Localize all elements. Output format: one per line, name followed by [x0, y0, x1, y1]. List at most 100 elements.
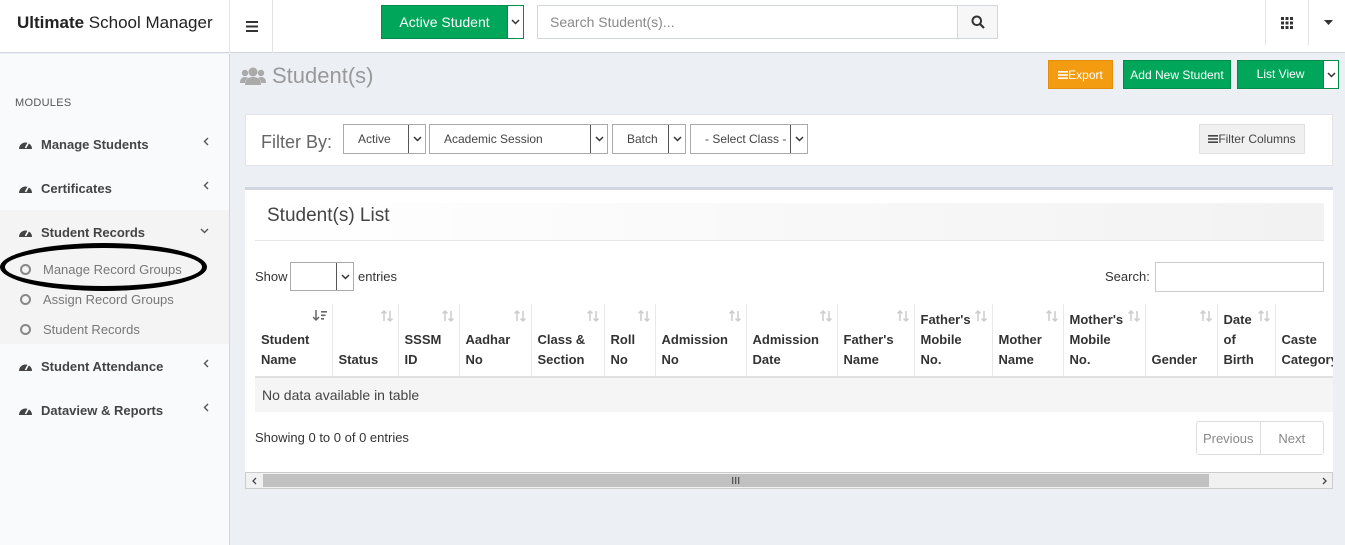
column-header-label: Roll No	[610, 332, 636, 367]
sub-item-label: Manage Record Groups	[43, 261, 182, 277]
sort-icon	[1045, 310, 1058, 322]
search-icon	[971, 15, 985, 29]
sidebar-item-label: Dataview & Reports	[41, 402, 164, 418]
chevron-left-icon	[203, 359, 209, 368]
sub-item-label: Student Records	[43, 321, 140, 337]
class-select[interactable]: - Select Class -	[690, 124, 808, 154]
scroll-right-arrow-icon[interactable]	[1316, 473, 1332, 488]
column-header-label: Mother Name	[998, 332, 1042, 367]
column-header[interactable]: Status	[332, 304, 399, 378]
hamburger-icon	[245, 21, 258, 32]
filter-label: Filter By:	[261, 132, 333, 152]
chevron-left-icon	[203, 181, 209, 190]
empty-message: No data available in table	[255, 377, 1333, 412]
user-menu-toggle[interactable]	[1312, 0, 1345, 45]
column-header-label: Status	[338, 352, 379, 367]
scrollbar-thumb[interactable]	[263, 474, 1209, 487]
academic-session-select[interactable]: Academic Session	[429, 124, 608, 154]
sub-item-assign-record-groups[interactable]: Assign Record Groups	[0, 284, 229, 314]
chevron-down-icon	[668, 125, 685, 153]
column-header[interactable]: Student Name	[255, 304, 333, 378]
column-header[interactable]: Father's Name	[837, 304, 915, 378]
column-header[interactable]: Father's Mobile No.	[914, 304, 993, 378]
column-header-label: Admission Date	[752, 332, 819, 367]
dashboard-icon	[18, 182, 41, 194]
column-header[interactable]: Aadhar No	[459, 304, 532, 378]
top-navbar: Ultimate School Manager Active Student	[0, 0, 1345, 53]
table-header-row: Student Name Status SSSM ID Aadhar No Class & Se…	[255, 304, 1333, 378]
sidebar-item-student-attendance[interactable]: Student Attendance	[0, 344, 229, 388]
page-length-select[interactable]	[290, 262, 354, 291]
sidebar-item-student-records[interactable]: Student Records	[0, 210, 229, 254]
export-button[interactable]: Export	[1048, 60, 1113, 89]
filter-columns-button[interactable]: Filter Columns	[1199, 124, 1305, 154]
sidebar-item-label: Student Attendance	[41, 358, 164, 374]
circle-icon	[20, 293, 31, 305]
sort-icon	[586, 310, 599, 322]
column-header[interactable]: Admission No	[655, 304, 747, 378]
active-student-dropdown[interactable]: Active Student	[381, 5, 524, 39]
sidebar-toggle-button[interactable]	[231, 0, 273, 53]
table-search-input[interactable]	[1155, 262, 1324, 292]
sidebar-item-label: Manage Students	[41, 136, 149, 152]
column-header[interactable]: Roll No	[604, 304, 656, 378]
student-search-input[interactable]	[538, 6, 958, 38]
column-header[interactable]: Mother Name	[992, 304, 1064, 378]
chevron-down-icon	[408, 125, 425, 153]
sort-icon	[1199, 310, 1212, 322]
sort-icon	[896, 310, 909, 322]
list-header: Student(s) List	[255, 203, 1324, 241]
student-table: Student Name Status SSSM ID Aadhar No Class & Se…	[255, 304, 1333, 412]
column-header-label: Father's Name	[843, 332, 894, 367]
scroll-left-arrow-icon[interactable]	[246, 473, 262, 488]
chevron-down-icon	[790, 125, 807, 153]
sort-icon	[728, 310, 741, 322]
column-header[interactable]: SSSM ID	[398, 304, 460, 378]
horizontal-scrollbar[interactable]	[245, 472, 1333, 489]
filter-panel: Filter By: Active Academic Session Batch…	[245, 114, 1333, 166]
circle-icon	[20, 323, 31, 335]
list-title: Student(s) List	[267, 205, 390, 226]
student-search	[537, 5, 998, 39]
column-header-label: Class & Section	[537, 332, 586, 367]
status-filter-select[interactable]: Active	[343, 124, 426, 154]
modules-heading: MODULES	[15, 97, 72, 109]
apps-menu-button[interactable]	[1265, 0, 1309, 45]
batch-select[interactable]: Batch	[612, 124, 686, 154]
chevron-left-icon	[203, 403, 209, 412]
sidebar-item-dataview-reports[interactable]: Dataview & Reports	[0, 388, 229, 432]
column-header-label: Father's Mobile No.	[920, 312, 971, 367]
previous-page-button[interactable]: Previous	[1197, 422, 1260, 454]
sidebar-item-manage-students[interactable]: Manage Students	[0, 122, 229, 166]
sort-icon	[974, 310, 987, 322]
chevron-down-icon[interactable]	[1323, 61, 1338, 88]
caret-down-icon	[1324, 20, 1333, 25]
column-header-label: Gender	[1151, 352, 1198, 367]
column-header[interactable]: Class & Section	[531, 304, 605, 378]
column-header[interactable]: Date of Birth	[1217, 304, 1276, 378]
chevron-down-icon[interactable]	[507, 6, 523, 38]
list-icon	[1058, 70, 1069, 79]
show-label: Show	[255, 269, 288, 284]
sub-item-student-records[interactable]: Student Records	[0, 314, 229, 344]
next-page-button[interactable]: Next	[1259, 422, 1324, 454]
sub-item-manage-record-groups[interactable]: Manage Record Groups	[0, 254, 229, 284]
column-header[interactable]: Gender	[1145, 304, 1218, 378]
search-button[interactable]	[957, 6, 997, 38]
sidebar-item-certificates[interactable]: Certificates	[0, 166, 229, 210]
list-view-dropdown[interactable]: List View	[1237, 60, 1339, 89]
circle-icon	[20, 263, 31, 275]
column-header[interactable]: Caste Category	[1275, 304, 1333, 378]
sort-icon	[637, 310, 650, 322]
sub-item-label: Assign Record Groups	[43, 291, 174, 307]
sort-icon	[441, 310, 454, 322]
app-brand[interactable]: Ultimate School Manager	[0, 0, 230, 53]
add-new-student-button[interactable]: Add New Student	[1123, 60, 1231, 89]
student-list-panel: Student(s) List Show entries Search: Stu…	[245, 187, 1333, 489]
column-header-label: Date of Birth	[1223, 312, 1254, 367]
column-header-label: Mother's Mobile No.	[1069, 312, 1124, 367]
column-header[interactable]: Admission Date	[746, 304, 838, 378]
sort-icon	[1127, 310, 1140, 322]
column-header[interactable]: Mother's Mobile No.	[1063, 304, 1146, 378]
dashboard-icon	[18, 404, 41, 416]
